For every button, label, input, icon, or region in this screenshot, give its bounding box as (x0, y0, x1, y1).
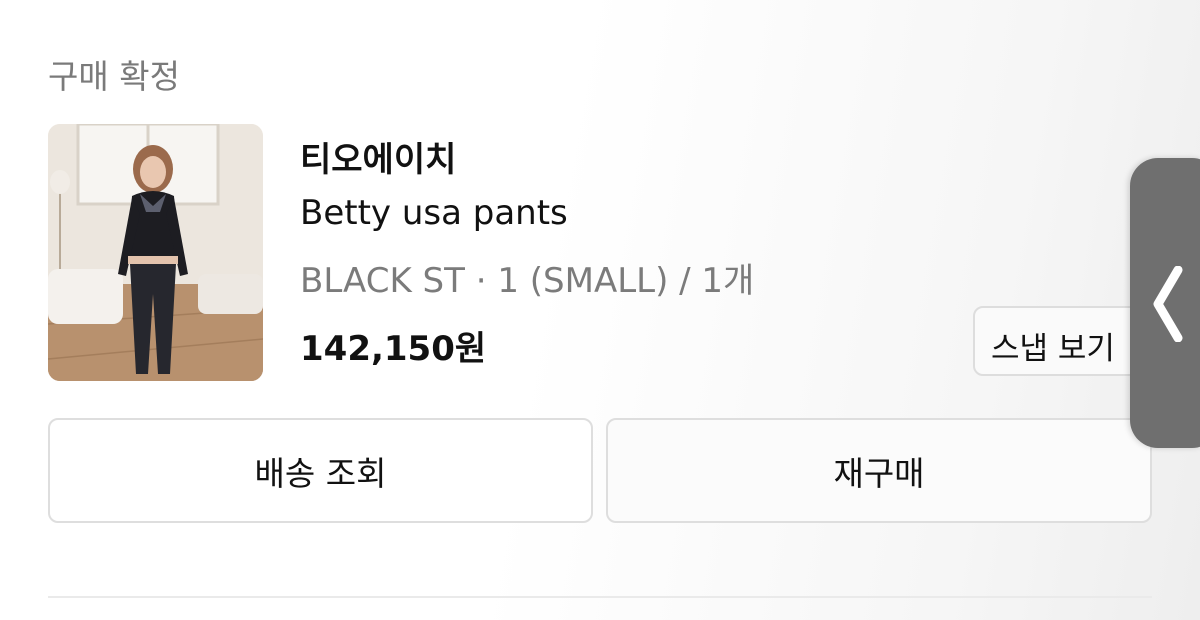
delivery-tracking-button[interactable]: 배송 조회 (48, 418, 593, 523)
product-image[interactable] (48, 124, 263, 381)
delivery-tracking-label: 배송 조회 (254, 453, 387, 493)
product-name[interactable]: Betty usa pants (300, 193, 568, 233)
product-option: BLACK ST · 1 (SMALL) / 1개 (300, 261, 755, 301)
product-price: 142,150원 (300, 329, 487, 369)
section-divider (48, 596, 1152, 598)
order-status-label: 구매 확정 (48, 57, 180, 96)
brand-name[interactable]: 티오에이치 (300, 132, 456, 181)
rebuy-button[interactable]: 재구매 (606, 418, 1152, 523)
chevron-left-icon (1150, 265, 1184, 346)
rebuy-label: 재구매 (833, 453, 925, 493)
side-panel-handle[interactable] (1130, 158, 1200, 448)
